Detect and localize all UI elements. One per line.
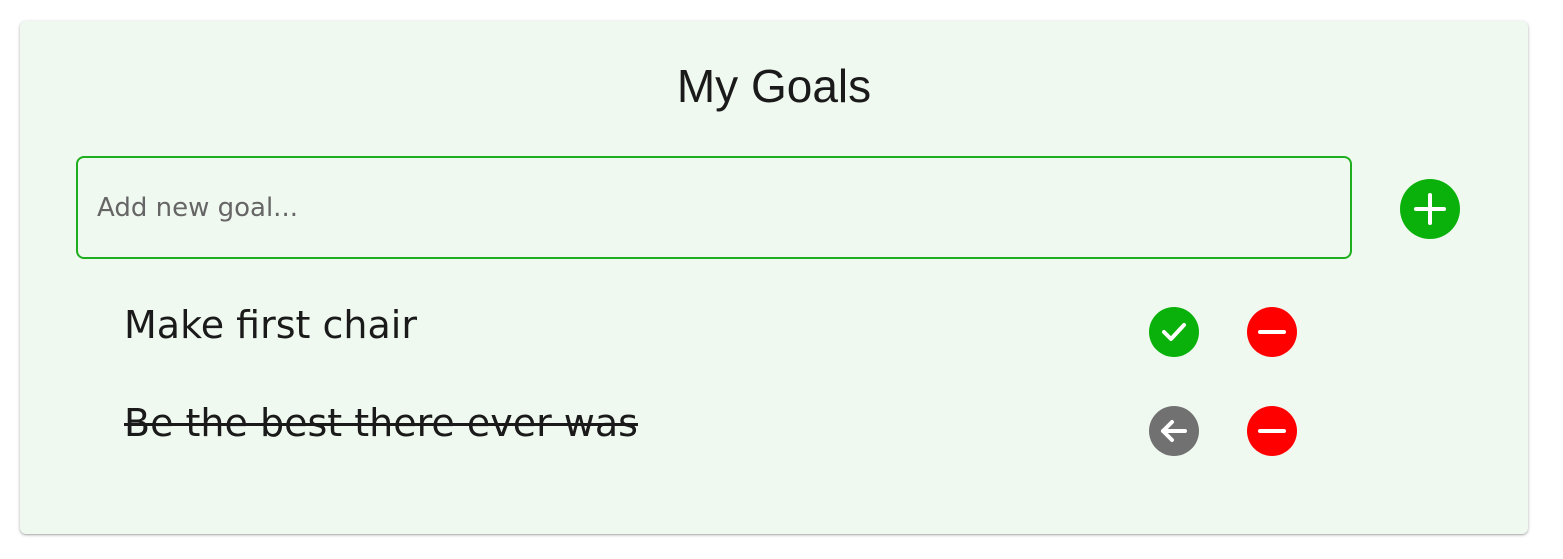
plus-icon xyxy=(1414,193,1446,225)
goals-card: My Goals Make first chair Be the best xyxy=(20,21,1528,534)
minus-icon xyxy=(1258,330,1286,334)
minus-icon xyxy=(1258,429,1286,433)
check-icon xyxy=(1162,323,1186,341)
undo-goal-button[interactable] xyxy=(1149,406,1199,456)
remove-goal-button[interactable] xyxy=(1247,406,1297,456)
arrow-left-icon xyxy=(1161,420,1187,442)
remove-goal-button[interactable] xyxy=(1247,307,1297,357)
complete-goal-button[interactable] xyxy=(1149,307,1199,357)
new-goal-input[interactable] xyxy=(76,156,1352,259)
page-title: My Goals xyxy=(676,60,872,112)
goal-text-completed: Be the best there ever was xyxy=(124,401,638,445)
goal-text: Make first chair xyxy=(124,303,417,347)
add-goal-button[interactable] xyxy=(1400,179,1460,239)
